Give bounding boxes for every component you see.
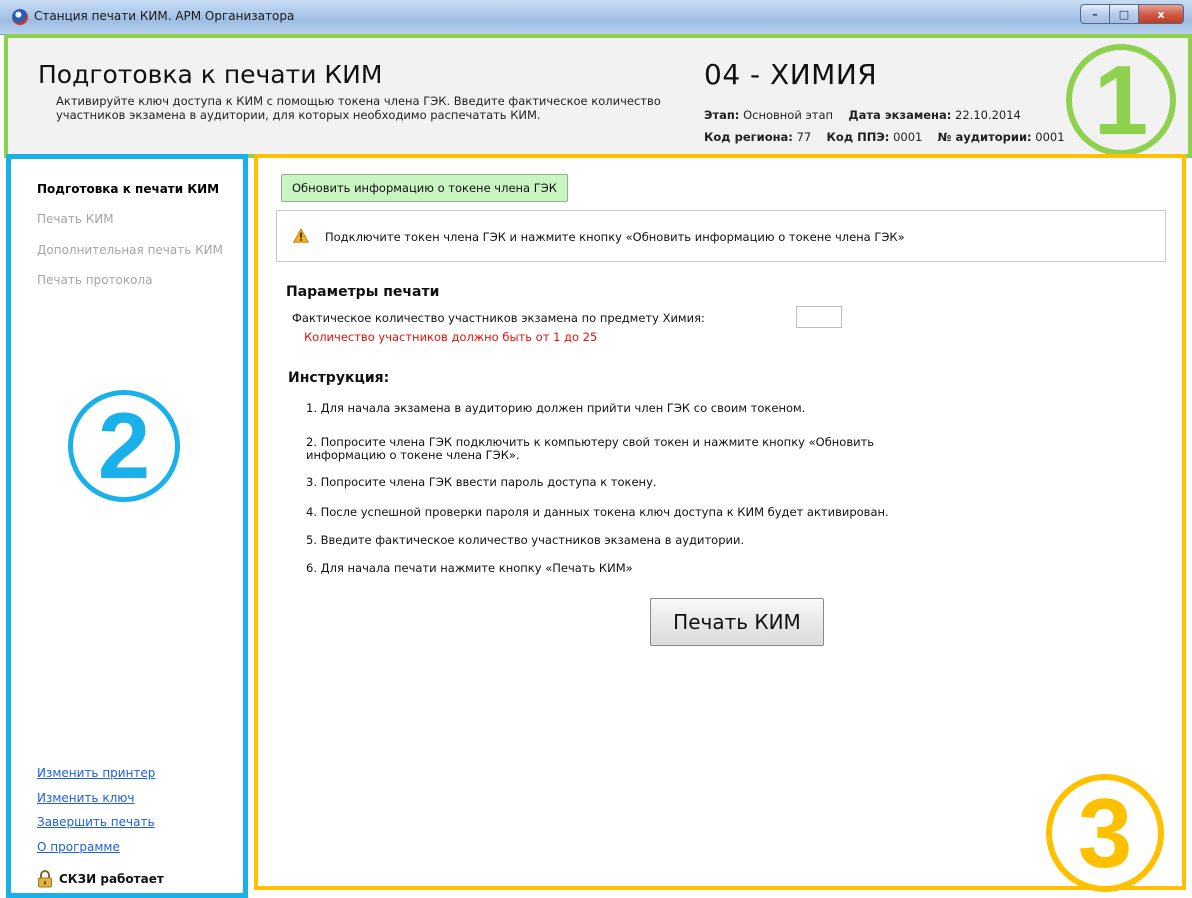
minimize-button[interactable]: – — [1080, 4, 1110, 24]
sidebar-item-print[interactable]: Печать КИМ — [37, 212, 114, 226]
sidebar-item-print-protocol[interactable]: Печать протокола — [37, 273, 152, 287]
lock-icon — [38, 870, 52, 888]
header-panel: Подготовка к печати КИМ Активируйте ключ… — [4, 34, 1192, 158]
region-label: Код региона: — [704, 130, 793, 144]
ppe-label: Код ППЭ: — [826, 130, 890, 144]
instruction-step: 3. Попросите члена ГЭК ввести пароль дос… — [306, 475, 657, 489]
exam-meta-row: Этап: Основной этап Дата экзамена: 22.10… — [704, 108, 1021, 122]
annotation-circle-2: 2 — [68, 390, 180, 502]
exam-subject: 04 - ХИМИЯ — [704, 58, 878, 91]
participants-error: Количество участников должно быть от 1 д… — [304, 330, 598, 344]
change-key-link[interactable]: Изменить ключ — [37, 791, 134, 805]
warning-text: Подключите токен члена ГЭК и нажмите кно… — [325, 230, 905, 244]
refresh-token-button[interactable]: Обновить информацию о токене члена ГЭК — [281, 174, 568, 202]
instruction-step: 6. Для начала печати нажмите кнопку «Печ… — [306, 561, 633, 575]
warning-triangle-icon — [293, 228, 309, 243]
finish-print-link[interactable]: Завершить печать — [37, 815, 155, 829]
annotation-circle-3: 3 — [1046, 774, 1164, 892]
window-controls: – □ x — [1080, 4, 1184, 26]
exam-codes-row: Код региона: 77 Код ППЭ: 0001 № аудитори… — [704, 130, 1066, 144]
region-value: 77 — [796, 130, 812, 144]
date-value: 22.10.2014 — [955, 108, 1021, 122]
window-title: Станция печати КИМ. АРМ Организатора — [34, 9, 295, 23]
sidebar: Подготовка к печати КИМ Печать КИМ Допол… — [6, 154, 248, 898]
instruction-step: 5. Введите фактическое количество участн… — [306, 533, 745, 547]
instruction-step: 1. Для начала экзамена в аудиторию долже… — [306, 401, 806, 415]
window-titlebar[interactable]: Станция печати КИМ. АРМ Организатора – □… — [0, 0, 1192, 35]
app-logo-icon — [12, 9, 28, 25]
page-title: Подготовка к печати КИМ — [38, 60, 383, 89]
participants-label: Фактическое количество участников экзаме… — [292, 311, 705, 325]
room-label: № аудитории: — [937, 130, 1032, 144]
main-panel: Обновить информацию о токене члена ГЭК П… — [254, 154, 1186, 890]
stage-label: Этап: — [704, 108, 740, 122]
warning-message-box: Подключите токен члена ГЭК и нажмите кно… — [276, 210, 1166, 262]
room-value: 0001 — [1035, 130, 1065, 144]
crypto-status: СКЗИ работает — [59, 872, 164, 886]
ppe-value: 0001 — [893, 130, 923, 144]
participants-count-input[interactable] — [796, 306, 842, 328]
page-description: Активируйте ключ доступа к КИМ с помощью… — [56, 94, 661, 122]
maximize-button[interactable]: □ — [1110, 4, 1139, 24]
print-params-title: Параметры печати — [286, 284, 440, 300]
instruction-step: 4. После успешной проверки пароля и данн… — [306, 505, 889, 519]
change-printer-link[interactable]: Изменить принтер — [37, 766, 155, 780]
about-link[interactable]: О программе — [37, 840, 120, 854]
close-button[interactable]: x — [1139, 4, 1184, 24]
instruction-step: 2. Попросите члена ГЭК подключить к комп… — [306, 435, 875, 462]
sidebar-item-prepare[interactable]: Подготовка к печати КИМ — [37, 182, 219, 196]
instructions-title: Инструкция: — [288, 370, 390, 386]
date-label: Дата экзамена: — [848, 108, 952, 122]
stage-value: Основной этап — [743, 108, 834, 122]
sidebar-item-additional-print[interactable]: Дополнительная печать КИМ — [37, 243, 223, 257]
annotation-circle-1: 1 — [1066, 44, 1176, 156]
print-kim-button[interactable]: Печать КИМ — [650, 598, 824, 646]
